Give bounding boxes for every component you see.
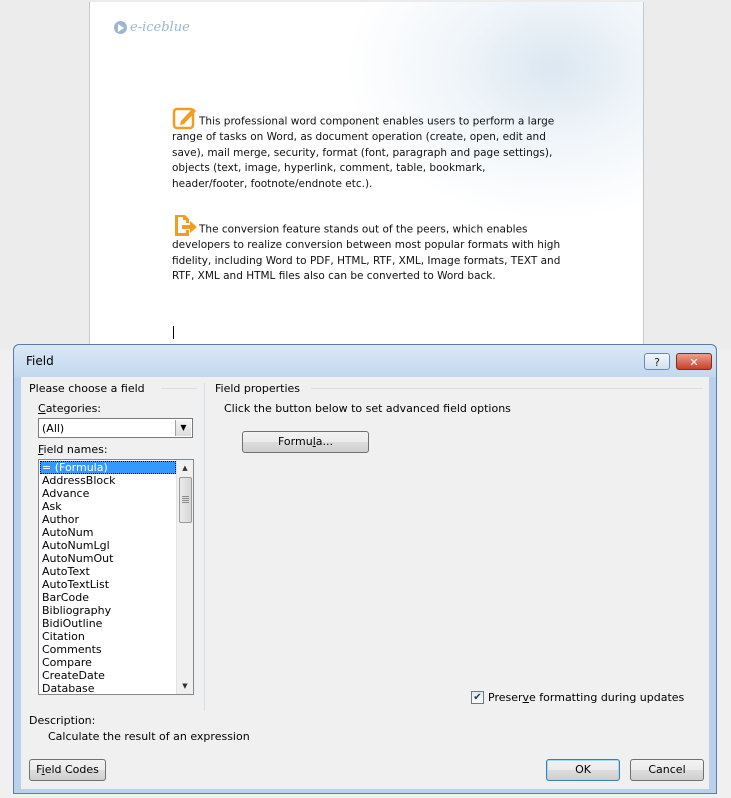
ok-button[interactable]: OK bbox=[546, 759, 620, 781]
edit-icon bbox=[172, 107, 196, 130]
logo-text: e-iceblue bbox=[130, 20, 190, 35]
preserve-formatting-checkbox[interactable]: ✔ bbox=[471, 691, 484, 704]
scroll-up-icon[interactable]: ▲ bbox=[177, 460, 193, 476]
dropdown-arrow-icon[interactable]: ▼ bbox=[175, 420, 191, 436]
field-name-item[interactable]: Citation bbox=[40, 630, 176, 643]
close-button[interactable]: ✕ bbox=[676, 353, 712, 370]
document-paragraph-1: This professional word component enables… bbox=[172, 104, 564, 192]
field-name-item[interactable]: Ask bbox=[40, 500, 176, 513]
scroll-thumb[interactable] bbox=[179, 477, 192, 523]
field-name-item[interactable]: AutoTextList bbox=[40, 578, 176, 591]
field-name-item[interactable]: AutoNum bbox=[40, 526, 176, 539]
field-name-item[interactable]: Author bbox=[40, 513, 176, 526]
paragraph-1-text: This professional word component enables… bbox=[172, 115, 555, 190]
paragraph-2-text: The conversion feature stands out of the… bbox=[172, 223, 561, 283]
field-name-item[interactable]: Database bbox=[40, 682, 176, 694]
field-name-item[interactable]: BidiOutline bbox=[40, 617, 176, 630]
field-name-item[interactable]: BarCode bbox=[40, 591, 176, 604]
document-paragraph-2: The conversion feature stands out of the… bbox=[172, 212, 564, 285]
field-name-item[interactable]: AddressBlock bbox=[40, 474, 176, 487]
field-name-item[interactable]: Bibliography bbox=[40, 604, 176, 617]
field-name-item[interactable]: CreateDate bbox=[40, 669, 176, 682]
description-label: Description: bbox=[29, 714, 96, 727]
dialog-content: Please choose a field Categories: (All) … bbox=[21, 377, 709, 789]
cancel-button[interactable]: Cancel bbox=[630, 759, 704, 781]
field-names-items: = (Formula) AddressBlock Advance Ask Author A… bbox=[40, 461, 176, 694]
left-group-divider bbox=[161, 388, 197, 389]
categories-dropdown[interactable]: (All) ▼ bbox=[38, 418, 193, 438]
field-name-item[interactable]: AutoText bbox=[40, 565, 176, 578]
dialog-title: Field bbox=[26, 354, 54, 368]
field-name-item[interactable]: AutoNumLgl bbox=[40, 539, 176, 552]
right-group-divider bbox=[311, 388, 703, 389]
field-name-item[interactable]: Comments bbox=[40, 643, 176, 656]
right-group-title: Field properties bbox=[215, 382, 301, 395]
document-page[interactable]: e-iceblue This professional word compone… bbox=[89, 2, 644, 362]
group-separator bbox=[204, 383, 205, 711]
field-name-item[interactable]: AutoNumOut bbox=[40, 552, 176, 565]
categories-label: Categories: bbox=[38, 402, 102, 415]
field-names-list[interactable]: = (Formula) AddressBlock Advance Ask Author A… bbox=[38, 459, 194, 695]
left-group-title: Please choose a field bbox=[29, 382, 145, 395]
formula-button[interactable]: Formula... bbox=[242, 431, 369, 453]
text-cursor bbox=[173, 326, 174, 339]
field-name-item[interactable]: Advance bbox=[40, 487, 176, 500]
preserve-formatting-label[interactable]: Preserve formatting during updates bbox=[488, 691, 684, 704]
company-logo: e-iceblue bbox=[114, 20, 190, 35]
field-name-item[interactable]: = (Formula) bbox=[40, 461, 176, 474]
categories-value: (All) bbox=[42, 422, 65, 435]
field-names-label: Field names: bbox=[38, 443, 108, 456]
field-name-item[interactable]: Compare bbox=[40, 656, 176, 669]
export-icon bbox=[175, 215, 197, 236]
field-codes-button[interactable]: Field Codes bbox=[29, 759, 106, 781]
field-options-instruction: Click the button below to set advanced f… bbox=[224, 402, 511, 415]
list-scrollbar[interactable]: ▲ ▼ bbox=[176, 460, 193, 694]
field-dialog: Field ? ✕ Please choose a field Categori… bbox=[13, 344, 717, 794]
help-button[interactable]: ? bbox=[644, 353, 670, 370]
dialog-titlebar[interactable]: Field ? ✕ bbox=[14, 345, 716, 377]
document-area: e-iceblue This professional word compone… bbox=[0, 0, 731, 362]
description-text: Calculate the result of an expression bbox=[48, 730, 250, 743]
logo-icon bbox=[114, 21, 127, 34]
scroll-down-icon[interactable]: ▼ bbox=[177, 678, 193, 694]
